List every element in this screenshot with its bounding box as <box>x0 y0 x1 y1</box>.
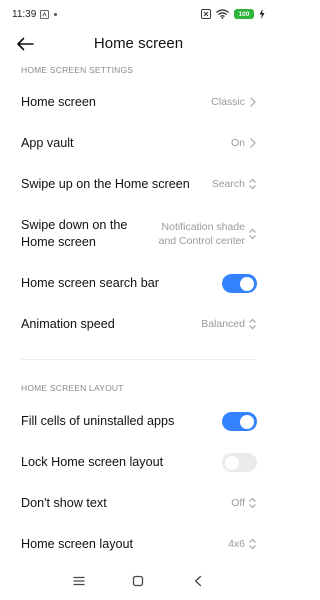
notification-icon <box>40 10 49 19</box>
chevron-updown-icon <box>249 318 256 330</box>
row-label: Lock Home screen layout <box>21 455 164 469</box>
section-header-layout: HOME SCREEN LAYOUT <box>21 383 124 393</box>
wifi-icon <box>216 9 229 19</box>
lock-layout-row: Lock Home screen layout <box>0 443 277 481</box>
chevron-updown-icon <box>249 228 256 240</box>
battery-icon: 100 <box>234 9 254 19</box>
row-label-line2: Home screen <box>21 235 96 249</box>
home-screen-row[interactable]: Home screen Classic <box>0 83 277 121</box>
status-icons: 100 <box>201 9 265 19</box>
chevron-updown-icon <box>249 497 256 509</box>
row-label: App vault <box>21 136 74 150</box>
home-square-icon[interactable] <box>131 574 145 588</box>
row-label: Fill cells of uninstalled apps <box>21 414 175 428</box>
fill-cells-toggle[interactable] <box>222 412 257 431</box>
row-value-line1: Notification shade <box>161 221 245 233</box>
search-bar-row: Home screen search bar <box>0 264 277 302</box>
menu-icon[interactable] <box>72 574 86 588</box>
swipe-down-row[interactable]: Swipe down on the Home screen Notificati… <box>0 210 277 260</box>
row-label: Swipe up on the Home screen <box>21 177 190 191</box>
toggle-knob <box>240 276 254 291</box>
dot-icon <box>54 13 57 16</box>
page-title: Home screen <box>93 35 184 52</box>
toggle-knob <box>225 455 239 470</box>
row-value-line2: and Control center <box>158 235 245 247</box>
row-value: Off <box>231 497 245 509</box>
app-vault-row[interactable]: App vault On <box>0 124 277 162</box>
lock-layout-toggle[interactable] <box>222 453 257 472</box>
row-label: Don't show text <box>21 496 107 510</box>
section-divider <box>21 359 256 360</box>
row-label: Home screen layout <box>21 537 133 551</box>
swipe-up-row[interactable]: Swipe up on the Home screen Search <box>0 165 277 203</box>
chevron-updown-icon <box>249 538 256 550</box>
chevron-right-icon <box>250 97 256 107</box>
row-label: Animation speed <box>21 317 115 331</box>
fill-cells-row: Fill cells of uninstalled apps <box>0 402 277 440</box>
battery-level: 100 <box>238 10 250 18</box>
close-box-icon <box>201 9 211 19</box>
row-value: On <box>230 137 245 149</box>
navigation-bar <box>0 564 277 600</box>
section-header-settings: HOME SCREEN SETTINGS <box>21 65 134 75</box>
header: Home screen <box>0 28 277 60</box>
dont-show-text-row[interactable]: Don't show text Off <box>0 484 277 522</box>
chevron-updown-icon <box>249 178 256 190</box>
home-screen-layout-row[interactable]: Home screen layout 4x6 <box>0 525 277 563</box>
row-value: Balanced <box>201 318 245 330</box>
status-bar: 11:39 100 <box>0 0 277 28</box>
toggle-knob <box>240 414 254 429</box>
row-value: Search <box>211 178 245 190</box>
status-time: 11:39 <box>12 9 37 20</box>
row-label: Home screen search bar <box>21 276 159 290</box>
back-triangle-icon[interactable] <box>191 574 205 588</box>
search-bar-toggle[interactable] <box>222 274 257 293</box>
row-label: Home screen <box>21 95 96 109</box>
charging-icon <box>259 9 265 19</box>
row-label-line1: Swipe down on the <box>21 218 128 232</box>
chevron-right-icon <box>250 138 256 148</box>
row-value: 4x6 <box>228 538 245 550</box>
row-value: Classic <box>211 96 245 108</box>
animation-speed-row[interactable]: Animation speed Balanced <box>0 305 277 343</box>
